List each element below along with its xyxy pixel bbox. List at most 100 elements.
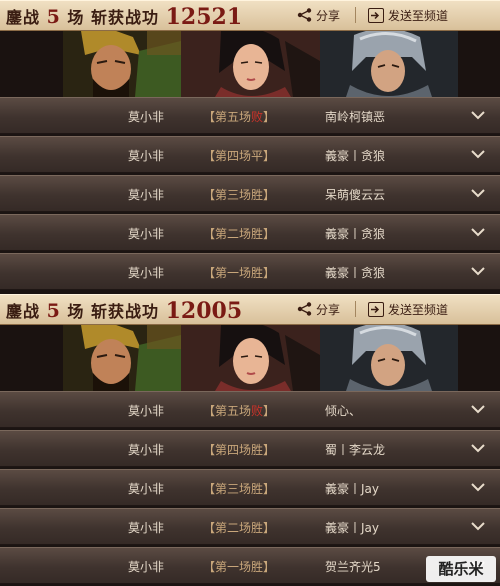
match-round: 【第三场胜】 [203,188,276,202]
chevron-down-icon[interactable] [471,444,485,453]
match-row[interactable]: 莫小非 【第三场胜】 呆萌傻云云 [0,175,500,212]
match-result: 平 [251,149,264,163]
match-round: 【第五场败】 [203,110,276,124]
match-round: 【第一场胜】 [203,266,276,280]
match-row[interactable]: 莫小非 【第一场胜】 義豪丨贪狼 [0,253,500,290]
title-prefix: 鏖战 [6,8,41,27]
share-button[interactable]: 分享 [297,6,340,24]
match-row[interactable]: 莫小非 【第一场胜】 贺兰齐光5 [0,547,500,584]
opponent-name: 贺兰齐光5 [325,560,381,574]
player-name: 莫小非 [128,443,165,457]
chevron-down-icon[interactable] [471,111,485,120]
opponent-name: 倾心、 [325,404,362,418]
chevron-down-icon[interactable] [471,267,485,276]
portrait-lady [181,325,320,391]
match-row[interactable]: 莫小非 【第四场胜】 蜀丨李云龙 [0,430,500,467]
chevron-down-icon[interactable] [471,405,485,414]
battle-count: 5 [46,6,61,28]
match-result: 胜 [251,560,264,574]
match-round: 【第三场胜】 [203,482,276,496]
battle-summary: 鏖战 5 场 斩获战功 12521 [6,3,243,30]
match-result: 胜 [251,482,264,496]
portrait-armored-knight [320,325,458,391]
match-round: 【第四场平】 [203,149,276,163]
send-icon [368,7,384,23]
player-name: 莫小非 [128,560,165,574]
portrait-strip [0,31,500,97]
send-to-channel-button[interactable]: 发送至频道 [368,300,448,318]
match-round: 【第四场胜】 [203,443,276,457]
match-row[interactable]: 莫小非 【第三场胜】 義豪丨Jay [0,469,500,506]
divider [355,301,356,317]
opponent-name: 義豪丨贪狼 [325,149,386,163]
player-name: 莫小非 [128,266,165,280]
send-to-channel-button[interactable]: 发送至频道 [368,6,448,24]
portrait-warrior-green [63,31,181,97]
match-row[interactable]: 莫小非 【第二场胜】 義豪丨贪狼 [0,214,500,251]
send-icon [368,301,384,317]
match-result: 胜 [251,521,264,535]
chevron-down-icon[interactable] [471,522,485,531]
player-name: 莫小非 [128,521,165,535]
share-icon [297,8,312,22]
player-name: 莫小非 [128,482,165,496]
battle-summary: 鏖战 5 场 斩获战功 12005 [6,297,243,324]
match-result: 败 [251,110,264,124]
title-prefix: 鏖战 [6,302,41,321]
opponent-name: 義豪丨贪狼 [325,266,386,280]
opponent-name: 蜀丨李云龙 [325,443,386,457]
opponent-name: 義豪丨贪狼 [325,227,386,241]
match-list: 莫小非 【第五场败】 南岭柯镇恶 莫小非 【第四场平】 義豪丨贪狼 莫小非 【第… [0,97,500,292]
share-label: 分享 [316,302,341,317]
match-round: 【第一场胜】 [203,560,276,574]
merit-value: 12005 [165,298,243,324]
chevron-down-icon[interactable] [471,150,485,159]
match-result: 胜 [251,188,264,202]
player-name: 莫小非 [128,110,165,124]
portrait-lady [181,31,320,97]
portrait-warrior-green [63,325,181,391]
player-name: 莫小非 [128,404,165,418]
match-round: 【第二场胜】 [203,227,276,241]
chevron-down-icon[interactable] [471,189,485,198]
merit-label: 斩获战功 [91,8,160,27]
count-unit: 场 [67,8,85,27]
chevron-down-icon[interactable] [471,483,485,492]
match-round: 【第二场胜】 [203,521,276,535]
match-result: 败 [251,404,264,418]
opponent-name: 義豪丨Jay [325,482,379,496]
send-label: 发送至频道 [388,302,449,317]
match-row[interactable]: 莫小非 【第五场败】 南岭柯镇恶 [0,97,500,134]
divider [355,7,356,23]
panel-header: 鏖战 5 场 斩获战功 12005 分享 发送至频道 [0,294,500,325]
opponent-name: 呆萌傻云云 [325,188,386,202]
player-name: 莫小非 [128,227,165,241]
send-label: 发送至频道 [388,8,449,23]
opponent-name: 義豪丨Jay [325,521,379,535]
merit-value: 12521 [165,4,243,30]
match-row[interactable]: 莫小非 【第四场平】 義豪丨贪狼 [0,136,500,173]
watermark-logo: 酷乐米 [426,556,496,582]
match-result: 胜 [251,266,264,280]
battle-record-panel: 鏖战 5 场 斩获战功 12521 分享 发送至频道 莫小非 【第五场败】 南岭… [0,0,500,292]
share-label: 分享 [316,8,341,23]
chevron-down-icon[interactable] [471,228,485,237]
portrait-armored-knight [320,31,458,97]
match-list: 莫小非 【第五场败】 倾心、 莫小非 【第四场胜】 蜀丨李云龙 莫小非 【第三场… [0,391,500,586]
share-button[interactable]: 分享 [297,300,340,318]
player-name: 莫小非 [128,188,165,202]
count-unit: 场 [67,302,85,321]
battle-record-panel: 鏖战 5 场 斩获战功 12005 分享 发送至频道 莫小非 【第五场败】 倾心… [0,294,500,586]
match-row[interactable]: 莫小非 【第二场胜】 義豪丨Jay [0,508,500,545]
merit-label: 斩获战功 [91,302,160,321]
match-result: 胜 [251,443,264,457]
battle-count: 5 [46,300,61,322]
player-name: 莫小非 [128,149,165,163]
match-row[interactable]: 莫小非 【第五场败】 倾心、 [0,391,500,428]
match-round: 【第五场败】 [203,404,276,418]
match-result: 胜 [251,227,264,241]
panel-header: 鏖战 5 场 斩获战功 12521 分享 发送至频道 [0,0,500,31]
portrait-strip [0,325,500,391]
opponent-name: 南岭柯镇恶 [325,110,386,124]
share-icon [297,302,312,316]
